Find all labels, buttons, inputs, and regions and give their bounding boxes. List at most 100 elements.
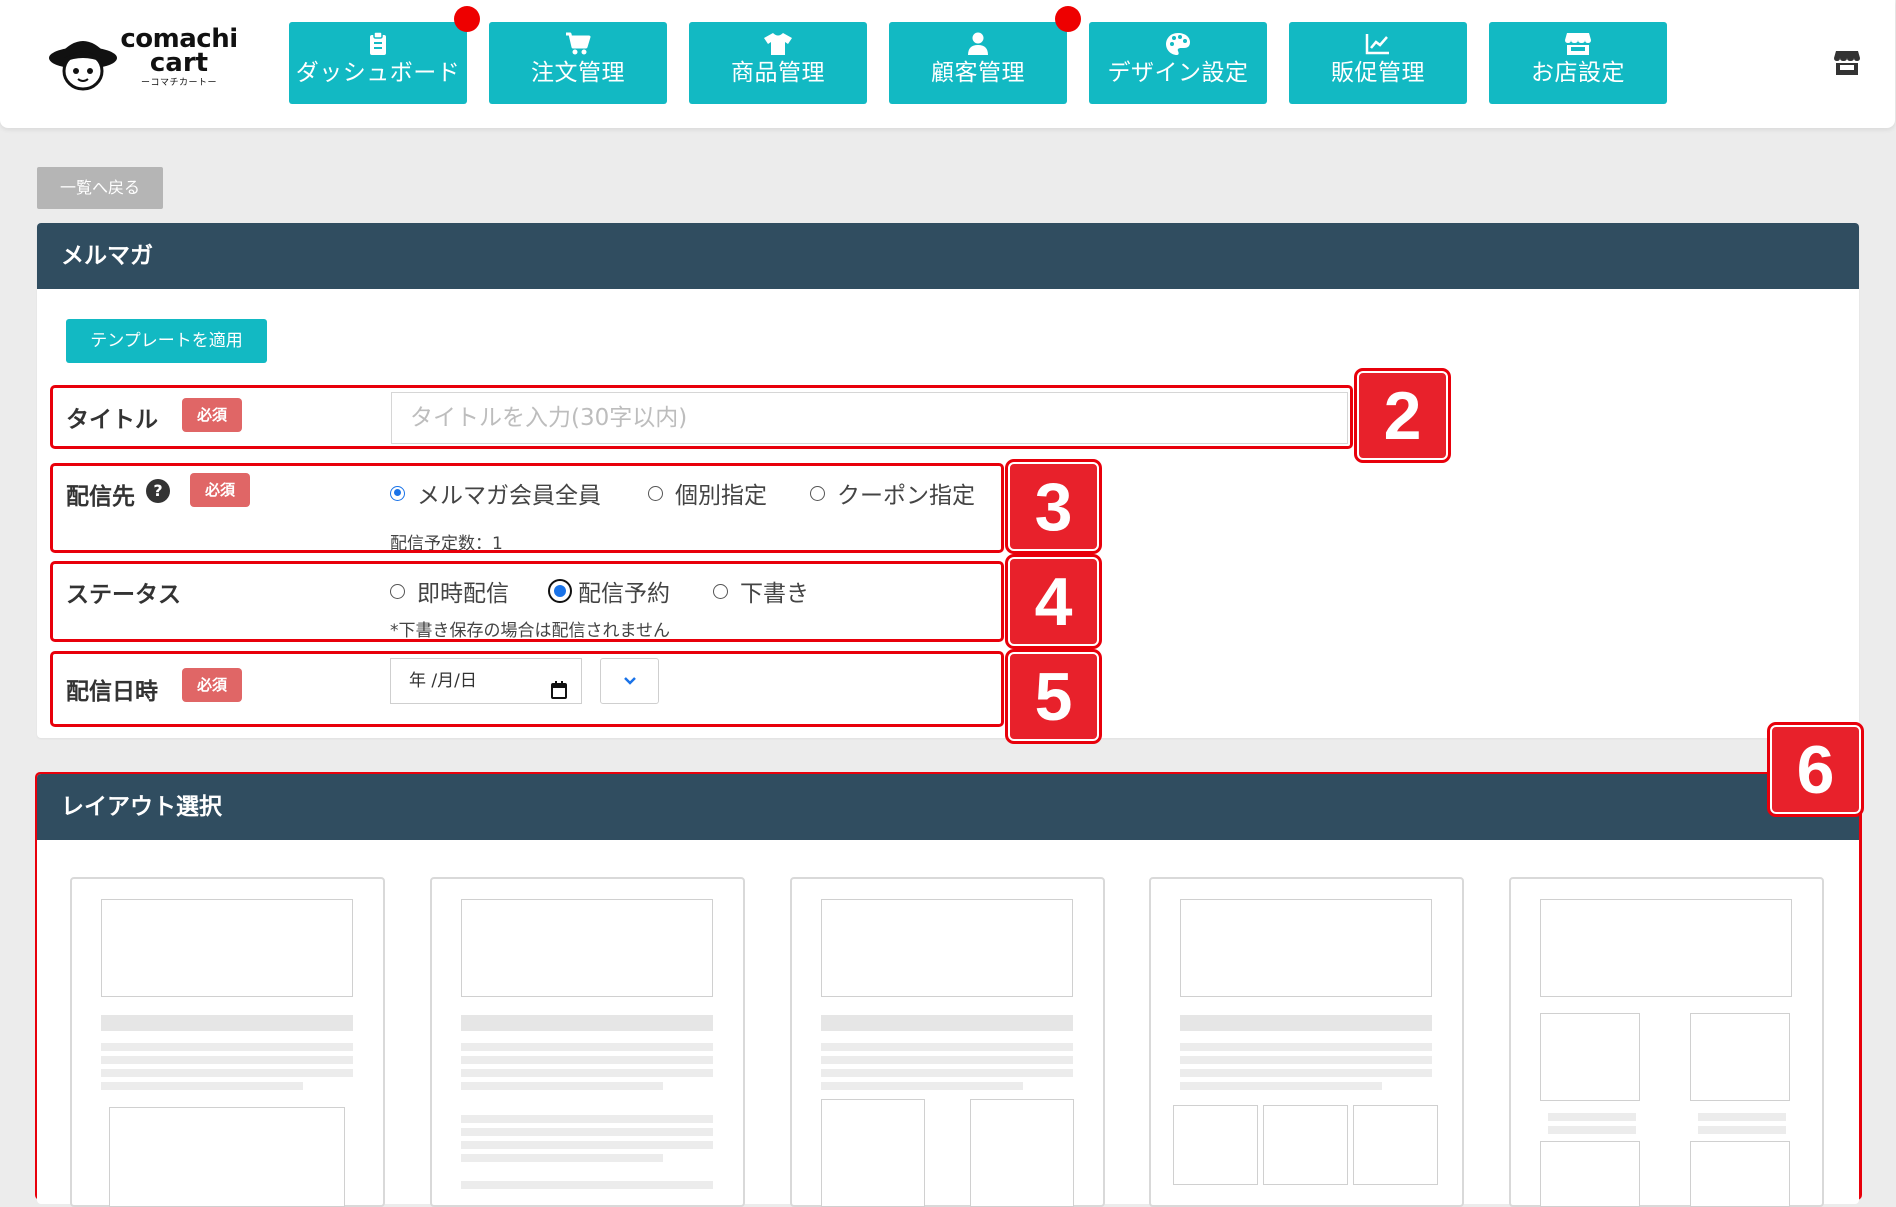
layout-option-3[interactable]: [790, 877, 1105, 1207]
date-input-value: 年 /月/日: [409, 671, 477, 691]
text-placeholder: [1180, 1015, 1432, 1031]
layout-option-1[interactable]: [70, 877, 385, 1207]
nav-dashboard-button[interactable]: ダッシュボード: [289, 22, 467, 104]
back-to-list-button[interactable]: 一覧へ戻る: [37, 167, 163, 209]
planned-recipient-count: 配信予定数：1: [390, 534, 503, 554]
nav-promotion-label: 販促管理: [1331, 60, 1425, 86]
annotation-number-3: 3: [1005, 459, 1102, 554]
annotation-number-6: 6: [1767, 722, 1864, 817]
recipients-field-label: 配信先: [66, 484, 135, 510]
image-placeholder: [1540, 1013, 1640, 1101]
image-placeholder: [1173, 1105, 1258, 1185]
palette-icon: [1089, 32, 1267, 58]
delivery-time-select[interactable]: [600, 658, 659, 704]
text-placeholder: [461, 1082, 663, 1090]
status-option-scheduled[interactable]: 配信予約: [548, 574, 670, 608]
logo-text: comachi cart ーコマチカートー: [120, 26, 238, 88]
nav-products-label: 商品管理: [731, 60, 825, 86]
radio-selected-icon: [548, 579, 572, 603]
text-placeholder: [461, 1154, 663, 1162]
text-placeholder: [1180, 1056, 1432, 1064]
nav-promotion-button[interactable]: 販促管理: [1289, 22, 1467, 104]
image-placeholder: [821, 1099, 925, 1207]
text-placeholder: [461, 1141, 713, 1149]
recipients-option-label: メルマガ会員全員: [417, 483, 601, 509]
recipients-option-all-members[interactable]: メルマガ会員全員: [390, 476, 601, 510]
annotation-number-5: 5: [1005, 649, 1102, 744]
text-placeholder: [461, 1043, 713, 1051]
text-placeholder: [461, 1181, 713, 1189]
layout-option-5[interactable]: [1509, 877, 1824, 1207]
nav-customers-button[interactable]: 顧客管理: [889, 22, 1067, 104]
text-placeholder: [101, 1043, 353, 1051]
status-option-label: 配信予約: [578, 581, 670, 607]
annotation-number-4: 4: [1005, 554, 1102, 649]
title-field-label: タイトル: [66, 407, 158, 433]
image-placeholder: [1263, 1105, 1348, 1185]
image-placeholder: [970, 1099, 1074, 1207]
nav-products-button[interactable]: 商品管理: [689, 22, 867, 104]
top-header: comachi cart ーコマチカートー ダッシュボード 注文管理 商品管理 …: [0, 0, 1895, 128]
text-placeholder: [1180, 1069, 1432, 1077]
calendar-icon[interactable]: [551, 672, 567, 716]
recipients-option-label: 個別指定: [675, 483, 767, 509]
required-badge: 必須: [182, 398, 242, 432]
cart-icon: [489, 32, 667, 58]
status-option-label: 即時配信: [417, 581, 509, 607]
customers-notification-badge: [1055, 6, 1081, 32]
nav-dashboard-label: ダッシュボード: [295, 60, 461, 86]
text-placeholder: [1698, 1126, 1786, 1134]
required-badge: 必須: [190, 473, 250, 507]
logo-mascot-icon: [49, 41, 117, 91]
comachi-cart-logo[interactable]: comachi cart ーコマチカートー: [48, 24, 238, 100]
text-placeholder: [101, 1082, 303, 1090]
text-placeholder: [1548, 1113, 1636, 1121]
radio-selected-icon: [390, 485, 405, 501]
newsletter-panel-title: メルマガ: [37, 223, 1859, 289]
help-icon[interactable]: ?: [146, 479, 170, 503]
layout-select-title: レイアウト選択: [37, 774, 1859, 840]
radio-unselected-icon: [713, 583, 728, 599]
nav-shop-settings-label: お店設定: [1531, 60, 1625, 86]
user-icon: [889, 32, 1067, 58]
status-option-label: 下書き: [740, 581, 809, 607]
radio-unselected-icon: [390, 583, 405, 599]
image-placeholder: [101, 899, 353, 997]
text-placeholder: [821, 1069, 1073, 1077]
image-placeholder: [1540, 1141, 1640, 1207]
image-placeholder: [461, 899, 713, 997]
status-option-draft[interactable]: 下書き: [713, 574, 809, 608]
layout-option-2[interactable]: [430, 877, 745, 1207]
dashboard-notification-badge: [454, 6, 480, 32]
title-input[interactable]: [391, 392, 1348, 444]
text-placeholder: [1180, 1043, 1432, 1051]
recipients-option-coupon[interactable]: クーポン指定: [810, 476, 975, 510]
text-placeholder: [1548, 1126, 1636, 1134]
text-placeholder: [821, 1015, 1073, 1031]
image-placeholder: [1690, 1141, 1790, 1207]
text-placeholder: [461, 1056, 713, 1064]
recipients-option-individual[interactable]: 個別指定: [648, 476, 767, 510]
text-placeholder: [821, 1082, 1023, 1090]
text-placeholder: [821, 1056, 1073, 1064]
nav-orders-button[interactable]: 注文管理: [489, 22, 667, 104]
store-icon[interactable]: [1833, 50, 1861, 80]
text-placeholder: [461, 1015, 713, 1031]
text-placeholder: [461, 1128, 713, 1136]
layout-option-4[interactable]: [1149, 877, 1464, 1207]
status-option-immediate[interactable]: 即時配信: [390, 574, 509, 608]
apply-template-button[interactable]: テンプレートを適用: [66, 319, 267, 363]
nav-shop-settings-button[interactable]: お店設定: [1489, 22, 1667, 104]
text-placeholder: [1180, 1082, 1382, 1090]
radio-unselected-icon: [810, 485, 825, 501]
chart-line-icon: [1289, 32, 1467, 58]
tshirt-icon: [689, 32, 867, 58]
nav-design-label: デザイン設定: [1107, 60, 1249, 86]
recipients-option-label: クーポン指定: [837, 483, 975, 509]
image-placeholder: [821, 899, 1073, 997]
clipboard-icon: [289, 31, 467, 58]
image-placeholder: [1690, 1013, 1790, 1101]
delivery-date-input[interactable]: 年 /月/日: [390, 658, 582, 704]
nav-customers-label: 顧客管理: [931, 60, 1025, 86]
nav-design-button[interactable]: デザイン設定: [1089, 22, 1267, 104]
